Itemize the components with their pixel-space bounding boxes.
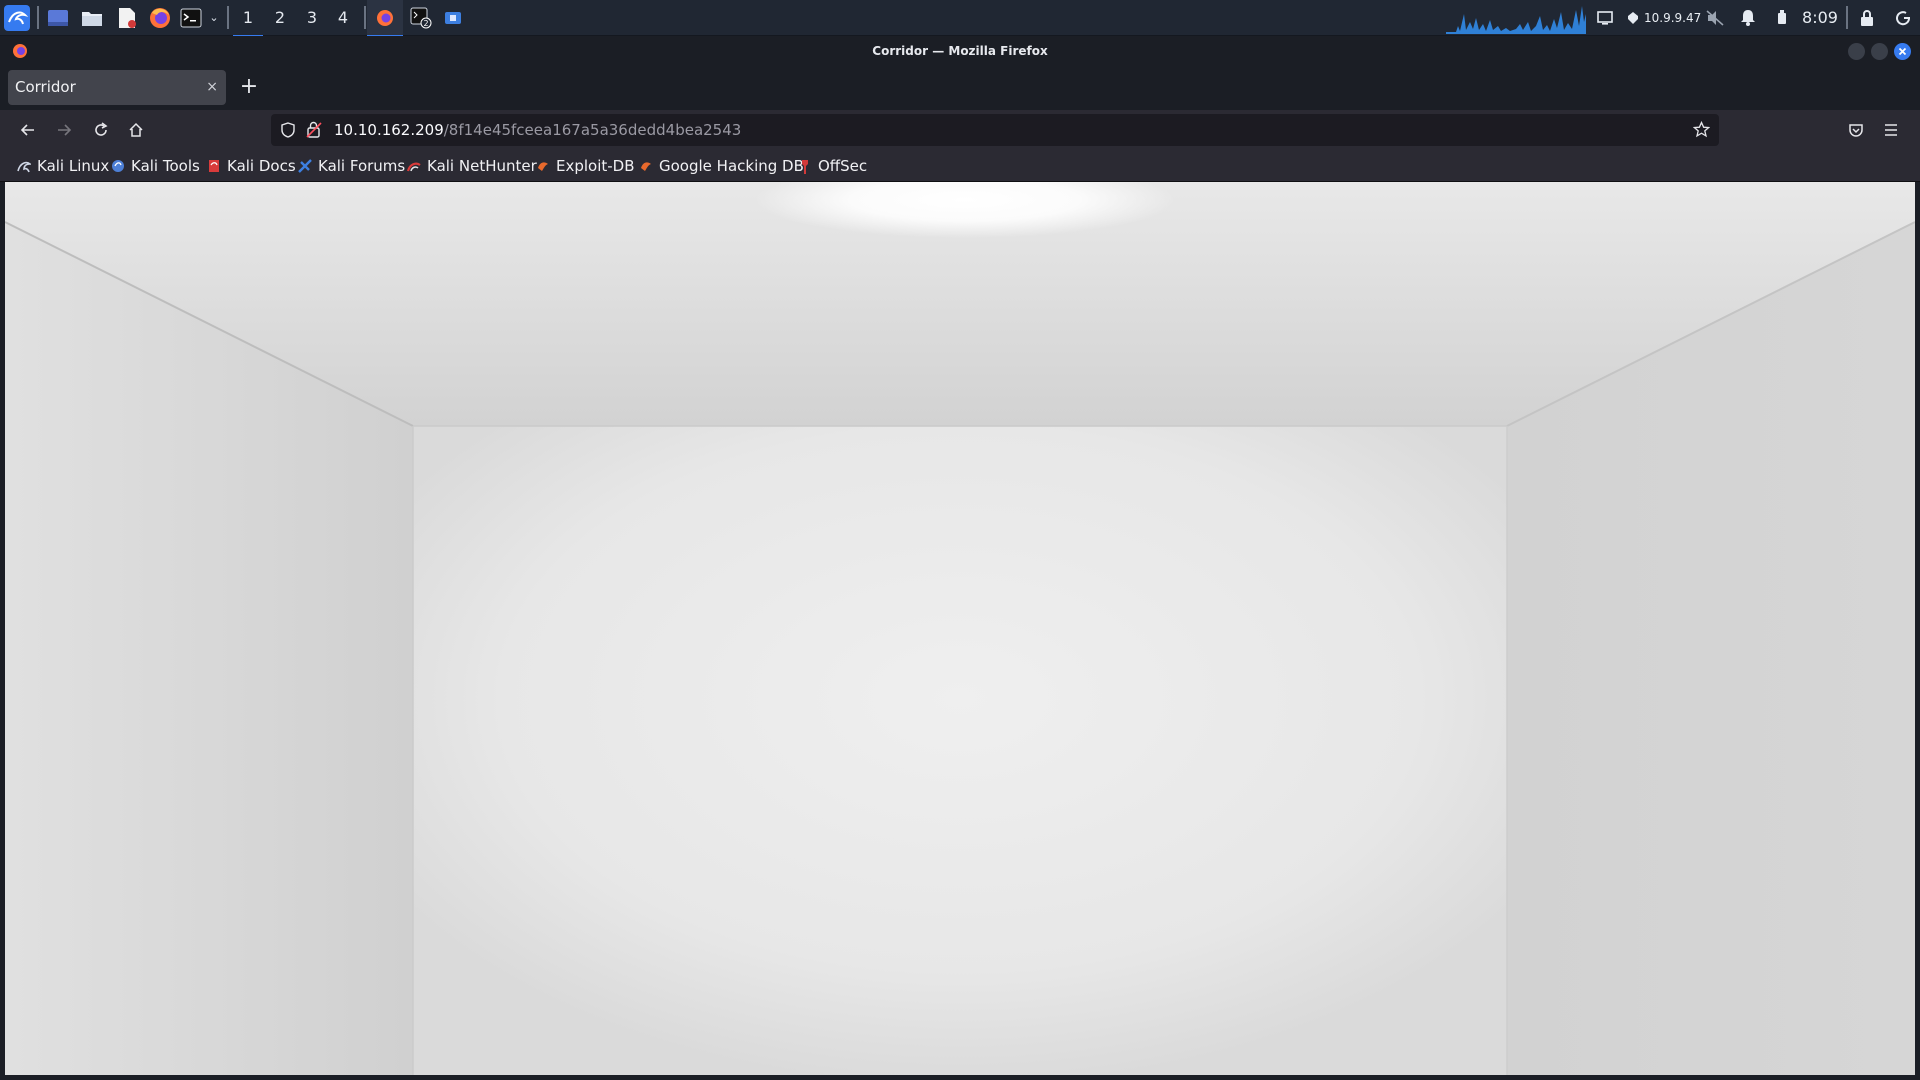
new-tab-button[interactable]: + bbox=[238, 72, 260, 102]
hamburger-menu-icon bbox=[1885, 124, 1897, 136]
show-desktop-icon[interactable] bbox=[44, 0, 72, 35]
tab-close-button[interactable]: × bbox=[206, 70, 218, 105]
kali-tools-icon bbox=[111, 159, 125, 173]
close-icon bbox=[1898, 47, 1907, 56]
window-titlebar[interactable]: Corridor — Mozilla Firefox bbox=[0, 36, 1920, 66]
svg-text:2: 2 bbox=[424, 19, 429, 28]
forward-arrow-icon bbox=[58, 124, 72, 136]
text-editor-icon[interactable] bbox=[113, 0, 141, 35]
home-button[interactable] bbox=[120, 114, 152, 146]
window-title: Corridor — Mozilla Firefox bbox=[872, 44, 1048, 58]
vpn-icon[interactable] bbox=[1624, 0, 1642, 35]
firefox-icon[interactable] bbox=[146, 0, 174, 35]
bookmark-kali-linux[interactable]: Kali Linux bbox=[17, 150, 109, 181]
bookmark-kali-nethunter[interactable]: Kali NetHunter bbox=[406, 150, 537, 181]
bookmark-kali-forums[interactable]: Kali Forums bbox=[298, 150, 405, 181]
reload-button[interactable] bbox=[85, 114, 117, 146]
back-arrow-icon bbox=[20, 124, 34, 136]
bookmarks-toolbar: Kali Linux Kali Tools Kali Docs Kali For… bbox=[0, 150, 1920, 182]
window-border-right bbox=[1915, 182, 1920, 1080]
workspace-1[interactable]: 1 bbox=[233, 0, 263, 37]
notification-bell-icon[interactable] bbox=[1738, 0, 1758, 35]
tab-strip: Corridor × + bbox=[0, 66, 1920, 110]
firefox-task-icon[interactable] bbox=[367, 0, 403, 37]
forward-button[interactable] bbox=[48, 114, 80, 146]
lock-icon[interactable] bbox=[1857, 0, 1877, 35]
ip-address: 10.9.9.47 bbox=[1644, 10, 1702, 25]
navigation-toolbar: 10.10.162.209/8f14e45fceea167a5a36dedd4b… bbox=[0, 110, 1920, 150]
file-manager-icon[interactable] bbox=[78, 0, 106, 35]
app-task-icon[interactable] bbox=[435, 0, 471, 35]
nethunter-icon bbox=[406, 159, 421, 173]
menu-button[interactable] bbox=[1875, 114, 1907, 146]
logout-icon[interactable] bbox=[1893, 0, 1913, 35]
system-panel: ⌄ 1 2 3 4 2 10.9.9.47 8:09 bbox=[0, 0, 1920, 37]
back-button[interactable] bbox=[12, 114, 44, 146]
bookmark-kali-tools[interactable]: Kali Tools bbox=[111, 150, 200, 181]
reload-icon bbox=[95, 122, 108, 136]
bookmark-kali-docs[interactable]: Kali Docs bbox=[207, 150, 296, 181]
workspace-2[interactable]: 2 bbox=[265, 0, 295, 35]
bookmark-google-hacking-db[interactable]: Google Hacking DB bbox=[639, 150, 804, 181]
kali-menu-icon[interactable] bbox=[2, 0, 32, 35]
url-text[interactable]: 10.10.162.209/8f14e45fceea167a5a36dedd4b… bbox=[334, 114, 741, 146]
bookmark-exploit-db[interactable]: Exploit-DB bbox=[536, 150, 635, 181]
terminal-task-icon[interactable]: 2 bbox=[403, 0, 439, 35]
power-plug-icon[interactable] bbox=[1773, 0, 1791, 35]
bookmark-offsec[interactable]: OffSec bbox=[798, 150, 867, 181]
maximize-button[interactable] bbox=[1871, 43, 1888, 60]
tab-title: Corridor bbox=[15, 78, 76, 96]
pocket-button[interactable] bbox=[1840, 114, 1872, 146]
url-host: 10.10.162.209 bbox=[334, 121, 444, 139]
offsec-icon bbox=[798, 159, 812, 174]
minimize-button[interactable] bbox=[1848, 43, 1865, 60]
terminal-icon[interactable] bbox=[178, 0, 204, 35]
network-graph-icon bbox=[1446, 6, 1586, 34]
page-content[interactable] bbox=[5, 182, 1915, 1075]
shield-icon[interactable] bbox=[280, 122, 296, 138]
url-bar[interactable]: 10.10.162.209/8f14e45fceea167a5a36dedd4b… bbox=[271, 114, 1719, 146]
ghdb-icon bbox=[639, 159, 653, 173]
kali-docs-icon bbox=[207, 159, 221, 173]
kali-forums-icon bbox=[298, 158, 312, 173]
pocket-icon bbox=[1849, 124, 1863, 137]
insecure-lock-icon[interactable] bbox=[306, 121, 322, 138]
url-path: /8f14e45fceea167a5a36dedd4bea2543 bbox=[443, 121, 742, 139]
clock[interactable]: 8:09 bbox=[1800, 0, 1840, 35]
close-window-button[interactable] bbox=[1894, 43, 1911, 60]
bookmark-star-icon[interactable] bbox=[1693, 121, 1710, 138]
display-icon[interactable] bbox=[1595, 0, 1615, 35]
tab-corridor[interactable]: Corridor × bbox=[8, 70, 226, 105]
window-border-left bbox=[0, 182, 5, 1080]
corridor-room-scene bbox=[5, 182, 1915, 1075]
workspace-3[interactable]: 3 bbox=[297, 0, 327, 35]
mute-icon[interactable] bbox=[1705, 0, 1725, 35]
home-icon bbox=[129, 122, 143, 137]
chevron-down-icon[interactable]: ⌄ bbox=[206, 0, 222, 35]
window-border-bottom bbox=[0, 1075, 1920, 1080]
exploit-db-icon bbox=[536, 159, 550, 173]
kali-dragon-icon bbox=[17, 159, 33, 173]
workspace-4[interactable]: 4 bbox=[328, 0, 358, 35]
